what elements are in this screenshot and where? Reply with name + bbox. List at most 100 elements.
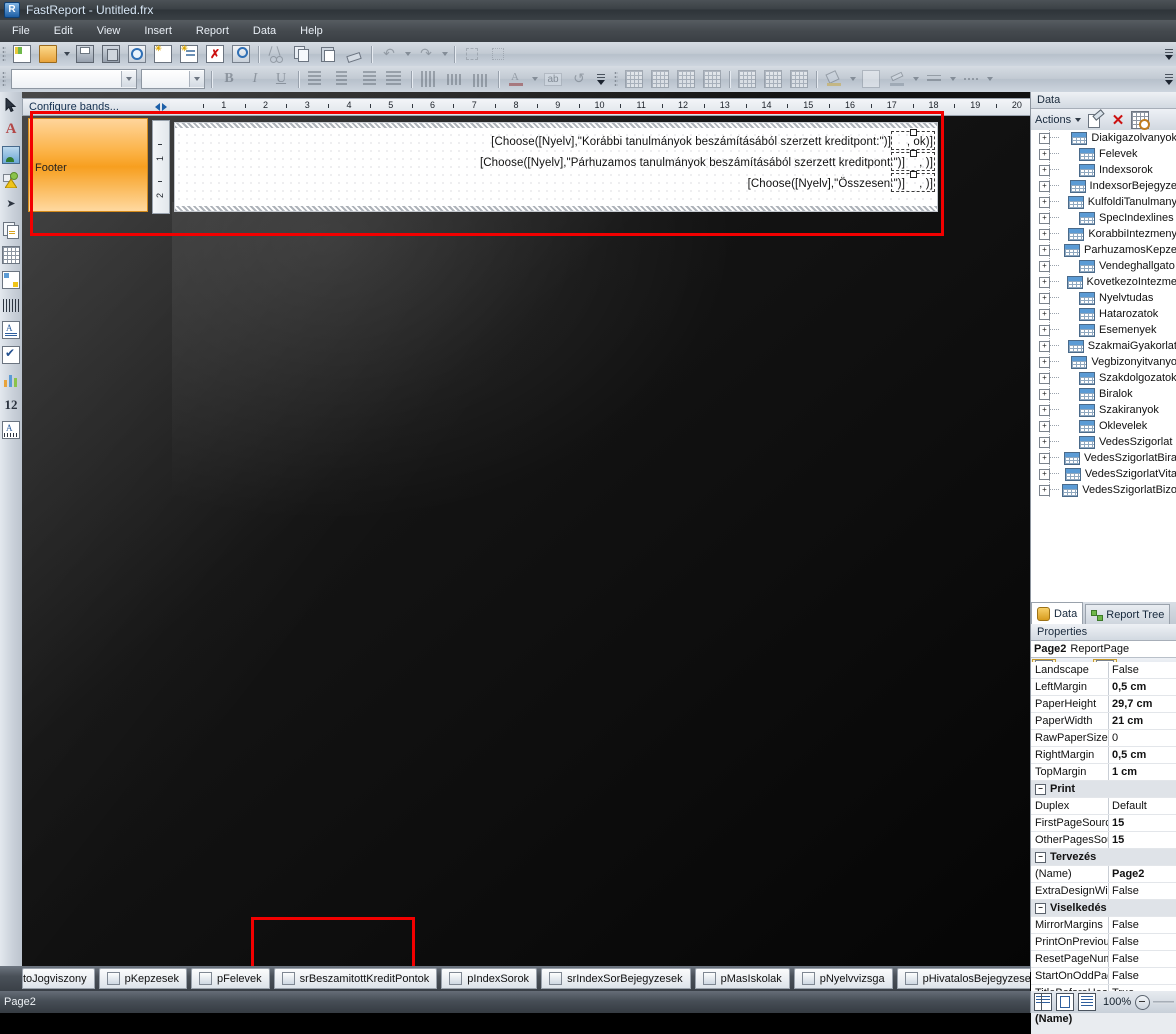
property-row[interactable]: RawPaperSize0 <box>1031 730 1176 747</box>
tree-expand-icon[interactable]: + <box>1039 149 1050 160</box>
font-name-combo[interactable] <box>11 69 137 89</box>
format-toolbar-grip[interactable] <box>2 71 6 87</box>
table-style-1-button[interactable] <box>622 68 646 90</box>
border-cell-button[interactable] <box>735 68 759 90</box>
menu-item-edit[interactable]: Edit <box>43 22 84 40</box>
align-middle-button[interactable] <box>443 68 467 90</box>
border-all-button[interactable] <box>761 68 785 90</box>
page-tab[interactable]: srBeszamitottKreditPontok <box>274 968 438 989</box>
data-tree-item[interactable]: +KovetkezoIntezme <box>1031 274 1176 290</box>
tree-expand-icon[interactable]: + <box>1039 373 1050 384</box>
tree-expand-icon[interactable]: + <box>1039 165 1050 176</box>
property-row[interactable]: RightMargin0,5 cm <box>1031 747 1176 764</box>
data-tree-item[interactable]: +Nyelvtudas <box>1031 290 1176 306</box>
align-center-button[interactable] <box>330 68 354 90</box>
property-value[interactable]: 29,7 cm <box>1109 696 1176 712</box>
property-row[interactable]: PrintOnPreviousPFalse <box>1031 934 1176 951</box>
line-width-dropdown[interactable] <box>947 69 958 89</box>
choose-data-button[interactable] <box>1129 110 1151 130</box>
property-value[interactable]: 21 cm <box>1109 713 1176 729</box>
property-row[interactable]: ExtraDesignWidthFalse <box>1031 883 1176 900</box>
table-style-3-button[interactable] <box>674 68 698 90</box>
align-left-button[interactable] <box>304 68 328 90</box>
reset-style-button[interactable]: ↺ <box>567 68 591 90</box>
property-value[interactable]: False <box>1109 917 1176 933</box>
digits-object-tool[interactable]: 12 <box>0 392 22 417</box>
footer-band-canvas[interactable]: [Choose([Nyelv],"Korábbi tanulmányok bes… <box>174 122 938 212</box>
resize-handle-top[interactable] <box>910 129 917 136</box>
page-tab[interactable]: pFelevek <box>191 968 270 989</box>
tab-data[interactable]: Data <box>1031 602 1083 624</box>
font-name-dropdown-icon[interactable] <box>121 71 136 87</box>
page-tab-bar[interactable]: toJogviszonypKepzesekpFeleveksrBeszamito… <box>0 966 1030 991</box>
data-tree-item[interactable]: +IndexsorBejegyze <box>1031 178 1176 194</box>
category-collapse-icon[interactable]: − <box>1035 852 1046 863</box>
property-row[interactable]: ResetPageNumbeFalse <box>1031 951 1176 968</box>
data-tree-item[interactable]: +KorabbiIntezmeny <box>1031 226 1176 242</box>
data-tree-item[interactable]: +VedesSzigorlatBira <box>1031 450 1176 466</box>
configure-bands-bar[interactable]: Configure bands... <box>22 98 171 116</box>
new-report-button[interactable] <box>10 43 34 65</box>
data-tree-item[interactable]: +SzakmaiGyakorlat <box>1031 338 1176 354</box>
property-value[interactable]: False <box>1109 968 1176 984</box>
tree-expand-icon[interactable]: + <box>1039 245 1050 256</box>
property-value[interactable]: 0,5 cm <box>1109 679 1176 695</box>
align-top-button[interactable] <box>417 68 441 90</box>
data-tree-item[interactable]: +Oklevelek <box>1031 418 1176 434</box>
property-value[interactable]: Page2 <box>1109 866 1176 882</box>
table-style-2-button[interactable] <box>648 68 672 90</box>
tab-report-tree[interactable]: Report Tree <box>1085 604 1170 624</box>
align-justify-button[interactable] <box>382 68 406 90</box>
report-text-line-2[interactable]: [Choose([Nyelv],"Párhuzamos tanulmányok … <box>480 157 905 169</box>
ungroup-button[interactable] <box>486 43 510 65</box>
property-value[interactable]: False <box>1109 951 1176 967</box>
format-toolbar-overflow-button[interactable] <box>594 68 608 90</box>
bold-button[interactable]: B <box>217 68 241 90</box>
property-value[interactable]: Default <box>1109 798 1176 814</box>
property-row[interactable]: DuplexDefault <box>1031 798 1176 815</box>
data-tree-item[interactable]: +Szakiranyok <box>1031 402 1176 418</box>
report-text-line-1[interactable]: [Choose([Nyelv],"Korábbi tanulmányok bes… <box>491 136 891 148</box>
view-continuous-button[interactable] <box>1077 993 1097 1011</box>
redo-dropdown-button[interactable] <box>439 44 450 64</box>
tree-expand-icon[interactable]: + <box>1039 469 1050 480</box>
preview-button[interactable] <box>125 43 149 65</box>
property-row[interactable]: TopMargin1 cm <box>1031 764 1176 781</box>
data-tree-item[interactable]: +Vegbizonyitvanyo <box>1031 354 1176 370</box>
tree-expand-icon[interactable]: + <box>1039 197 1050 208</box>
actions-dropdown-icon[interactable] <box>1071 118 1085 122</box>
property-row[interactable]: PaperHeight29,7 cm <box>1031 696 1176 713</box>
view-side-by-side-button[interactable] <box>1033 993 1053 1011</box>
menu-item-file[interactable]: File <box>1 22 41 40</box>
resize-handle-bot[interactable] <box>910 171 917 178</box>
paste-button[interactable] <box>316 43 340 65</box>
property-row[interactable]: LeftMargin0,5 cm <box>1031 679 1176 696</box>
toolbar-overflow-button[interactable] <box>1162 43 1176 65</box>
tree-expand-icon[interactable]: + <box>1039 437 1050 448</box>
tree-expand-icon[interactable]: + <box>1039 421 1050 432</box>
no-fill-button[interactable] <box>859 68 883 90</box>
subreport-object-tool[interactable] <box>0 217 22 242</box>
page-tab[interactable]: toJogviszony <box>22 968 95 989</box>
richtext-object-tool[interactable]: A <box>0 317 22 342</box>
menu-item-help[interactable]: Help <box>289 22 334 40</box>
border-color-dropdown[interactable] <box>910 69 921 89</box>
underline-button[interactable]: U <box>269 68 293 90</box>
undo-button[interactable]: ↶ <box>377 43 401 65</box>
copy-button[interactable] <box>290 43 314 65</box>
edit-datasource-button[interactable] <box>1085 110 1107 130</box>
page-tab[interactable]: pNyelvvizsga <box>794 968 893 989</box>
line-object-tool[interactable]: ➤ <box>0 192 22 217</box>
table-toolbar-overflow-button[interactable] <box>1162 68 1176 90</box>
tree-expand-icon[interactable]: + <box>1039 357 1050 368</box>
font-size-combo[interactable] <box>141 69 205 89</box>
font-size-dropdown-icon[interactable] <box>189 71 204 87</box>
save-all-button[interactable] <box>99 43 123 65</box>
open-report-button[interactable] <box>36 43 60 65</box>
menu-item-data[interactable]: Data <box>242 22 287 40</box>
footer-band-header[interactable]: Footer <box>28 118 148 212</box>
tree-expand-icon[interactable]: + <box>1039 389 1050 400</box>
tree-expand-icon[interactable]: + <box>1039 341 1050 352</box>
tree-expand-icon[interactable]: + <box>1039 309 1050 320</box>
page-tab[interactable]: srIndexSorBejegyzesek <box>541 968 691 989</box>
